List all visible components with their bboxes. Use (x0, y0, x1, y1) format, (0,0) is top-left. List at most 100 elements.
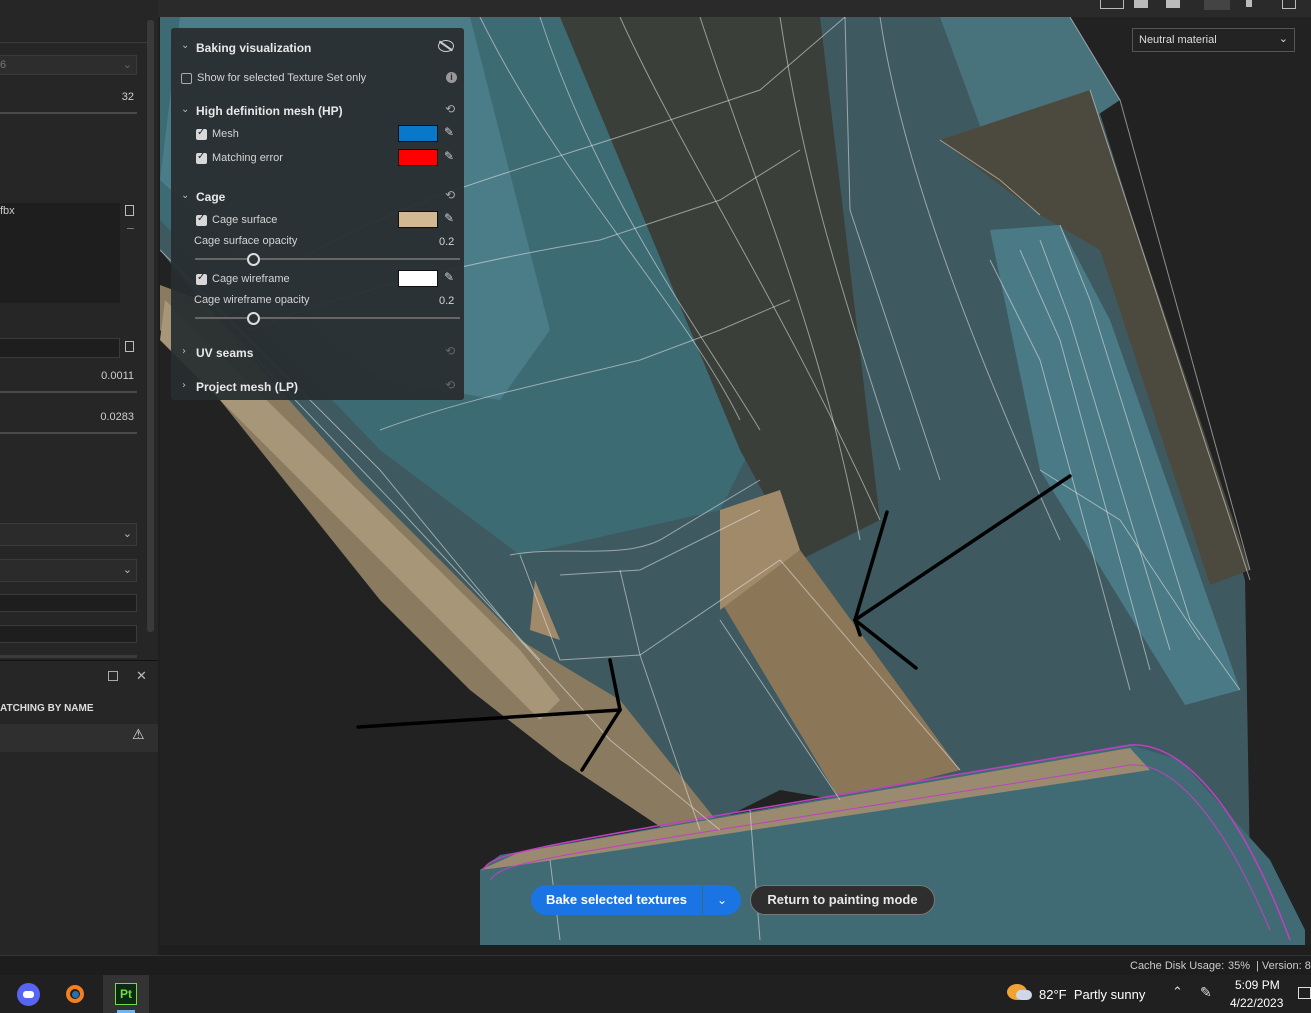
notification-icon[interactable] (1298, 987, 1311, 999)
status-bar: Cache Disk Usage: 35% | Version: 8 (0, 955, 1311, 976)
mesh-checkbox[interactable] (196, 127, 207, 140)
file-icon[interactable] (125, 205, 134, 216)
matching-error-color-swatch[interactable] (398, 149, 438, 166)
text-input[interactable] (0, 625, 137, 643)
matching-error-checkbox[interactable] (196, 151, 207, 164)
discord-glyph (23, 991, 34, 998)
matching-error-label: Matching error (212, 152, 283, 164)
eyedropper-icon[interactable]: ✎ (444, 211, 454, 225)
slider-handle[interactable] (247, 312, 260, 325)
text-input[interactable] (0, 594, 137, 612)
reset-icon[interactable]: ⟲ (445, 188, 455, 202)
blender-center (72, 991, 79, 998)
cage-surface-opacity-label: Cage surface opacity (194, 235, 298, 247)
divider (0, 42, 148, 43)
file-name: fbx (0, 205, 15, 217)
slider-track[interactable] (0, 112, 137, 114)
eyedropper-icon[interactable]: ✎ (444, 270, 454, 284)
cage-surface-label: Cage surface (212, 214, 278, 226)
project-mesh-section-title: Project mesh (LP) (196, 380, 299, 394)
cloud-shape (1016, 990, 1032, 1000)
path-input[interactable] (0, 338, 120, 358)
reset-icon[interactable]: ⟲ (445, 378, 455, 392)
panel-title: Baking visualization (196, 41, 312, 55)
uv-seams-section-title: UV seams (196, 346, 254, 360)
show-selected-checkbox[interactable] (181, 73, 192, 84)
cage-surface-color-swatch[interactable] (398, 211, 438, 228)
file-icon[interactable] (125, 341, 134, 352)
chevron-down-icon: ⌄ (1278, 33, 1288, 45)
info-icon[interactable]: i (446, 72, 457, 83)
show-selected-label: Show for selected Texture Set only (197, 72, 367, 84)
properties-panel: 6 ⌄ 32 fbx 0.0011 0.0283 ⌄ ⌄ ✕ ATCHING B… (0, 0, 158, 955)
eyedropper-icon[interactable]: ✎ (444, 125, 454, 139)
video-icon[interactable] (1166, 0, 1180, 8)
mesh-label: Mesh (212, 128, 239, 140)
file-list[interactable]: fbx (0, 203, 120, 303)
scrollbar[interactable] (147, 20, 154, 632)
chevron-up-icon[interactable]: ⌃ (1172, 985, 1183, 1000)
dropdown-field[interactable]: 6 ⌄ (0, 55, 137, 75)
chevron-down-icon[interactable]: ⌄ (181, 40, 189, 51)
cage-wireframe-opacity-label: Cage wireframe opacity (194, 294, 310, 306)
value-field[interactable]: 0.0011 (101, 370, 134, 382)
value-field[interactable]: 0.0283 (100, 411, 134, 423)
matching-label: ATCHING BY NAME (0, 703, 94, 714)
dropdown-field[interactable]: ⌄ (0, 559, 137, 582)
mesh-color-swatch[interactable] (398, 125, 438, 142)
float-panel-icon[interactable] (108, 671, 118, 681)
chevron-down-icon: ⌄ (716, 893, 728, 907)
divider (0, 660, 158, 661)
slider-track[interactable] (0, 391, 137, 393)
brush-icon[interactable] (1246, 0, 1252, 7)
cage-wireframe-checkbox[interactable] (196, 272, 207, 285)
discord-app[interactable] (6, 975, 52, 1013)
return-to-painting-button[interactable]: Return to painting mode (750, 885, 935, 915)
cage-surface-opacity-slider[interactable] (195, 258, 460, 260)
view-toggle-icon[interactable] (1204, 0, 1230, 10)
substance-painter-icon: Pt (115, 983, 137, 1005)
hp-section-title: High definition mesh (HP) (196, 104, 343, 118)
baking-visualization-panel: ⌄ Baking visualization Show for selected… (171, 28, 464, 400)
cage-section-title: Cage (196, 190, 226, 204)
close-icon[interactable]: ✕ (136, 668, 147, 684)
eyedropper-icon[interactable]: ✎ (444, 149, 454, 163)
chevron-down-icon: ⌄ (122, 564, 132, 576)
clock-time[interactable]: 5:09 PM (1235, 978, 1280, 992)
material-dropdown[interactable]: Neutral material ⌄ (1132, 28, 1295, 52)
reset-icon[interactable]: ⟲ (445, 102, 455, 116)
weather-text[interactable]: 82°F Partly sunny (1039, 987, 1145, 1002)
substance-painter-app[interactable]: Pt (103, 975, 149, 1013)
reset-icon[interactable]: ⟲ (445, 344, 455, 358)
top-strip: ◱ ✕ (0, 0, 1311, 17)
value-field[interactable]: 32 (122, 91, 134, 103)
dropdown-field[interactable]: ⌄ (0, 523, 137, 546)
bake-selected-textures-button[interactable]: Bake selected textures (531, 885, 702, 915)
environment-icon[interactable] (1134, 0, 1148, 8)
version-label: | Version: 8 (1256, 960, 1311, 972)
material-dropdown-value: Neutral material (1139, 34, 1217, 46)
taskbar: Pt 82°F Partly sunny ⌃ ✎ 5:09 PM 4/22/20… (0, 975, 1311, 1013)
chevron-right-icon[interactable]: › (182, 380, 186, 391)
cage-surface-checkbox[interactable] (196, 213, 207, 226)
chevron-down-icon: ⌄ (122, 59, 132, 71)
screenshot-icon[interactable] (1282, 0, 1296, 9)
cage-wireframe-opacity-slider[interactable] (195, 317, 460, 319)
cage-surface-opacity-value[interactable]: 0.2 (439, 236, 454, 248)
slider-track[interactable] (0, 432, 137, 434)
chevron-down-icon: ⌄ (122, 528, 132, 540)
chevron-right-icon[interactable]: › (182, 346, 186, 357)
cage-wireframe-color-swatch[interactable] (398, 270, 438, 287)
blender-app[interactable] (54, 975, 100, 1013)
bake-options-dropdown[interactable]: ⌄ (703, 885, 741, 915)
cage-wireframe-label: Cage wireframe (212, 273, 290, 285)
chevron-down-icon[interactable]: ⌄ (181, 104, 189, 115)
camera-icon[interactable] (1100, 0, 1124, 9)
pen-icon[interactable]: ✎ (1200, 985, 1212, 1001)
chevron-down-icon[interactable]: ⌄ (181, 190, 189, 201)
cache-percent: 35% (1228, 960, 1251, 972)
slider-handle[interactable] (247, 253, 260, 266)
remove-icon[interactable] (127, 228, 134, 229)
cage-wireframe-opacity-value[interactable]: 0.2 (439, 295, 454, 307)
clock-date[interactable]: 4/22/2023 (1230, 996, 1283, 1010)
